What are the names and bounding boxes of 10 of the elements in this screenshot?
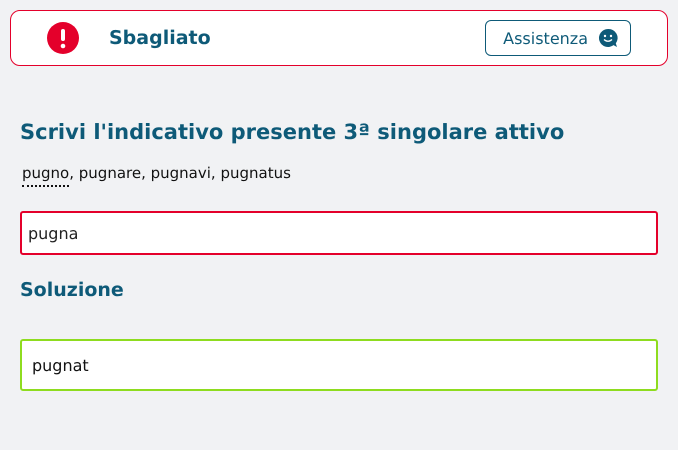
question-heading: Scrivi l'indicativo presente 3ª singolare attivo	[20, 120, 566, 144]
answer-field[interactable]: pugna	[20, 211, 658, 255]
dictionary-link[interactable]: pugno	[22, 164, 70, 187]
chat-icon	[598, 28, 618, 48]
solution-heading: Soluzione	[20, 279, 125, 301]
result-title: Sbagliato	[109, 27, 212, 49]
solution-field[interactable]: pugnat	[20, 339, 658, 391]
help-button[interactable]: Assistenza	[485, 20, 631, 56]
alert-icon	[47, 22, 79, 54]
principal-parts: , pugnare, pugnavi, pugnatus	[69, 164, 291, 184]
